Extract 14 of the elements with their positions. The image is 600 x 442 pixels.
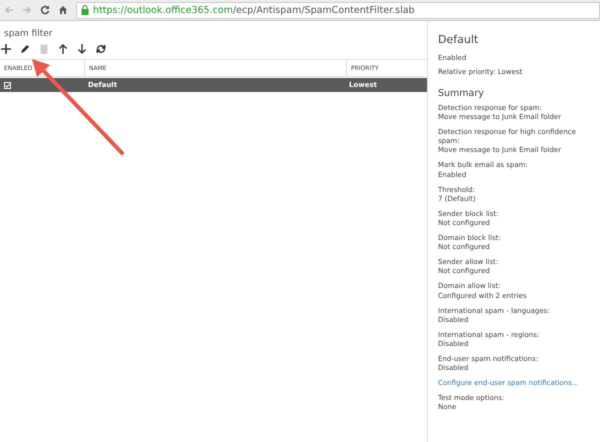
lock-icon [81,5,89,15]
up-arrow-icon[interactable] [58,44,68,54]
details-title: Default [438,33,480,46]
page-title: spam filter [3,28,54,39]
refresh-icon[interactable] [96,44,106,54]
home-icon[interactable] [58,5,68,15]
summary-heading: Summary [438,88,485,99]
pencil-icon[interactable] [20,44,30,54]
url-text: https://outlook.office365.com/ecp/Antispam/SpamContentFilter.slab [93,4,415,16]
down-arrow-icon[interactable] [77,44,87,54]
add-icon[interactable] [1,44,11,54]
address-bar[interactable]: https://outlook.office365.com/ecp/Antispam/SpamContentFilter.slab [76,2,600,18]
checkbox[interactable] [4,82,11,88]
reload-icon[interactable] [40,5,50,15]
